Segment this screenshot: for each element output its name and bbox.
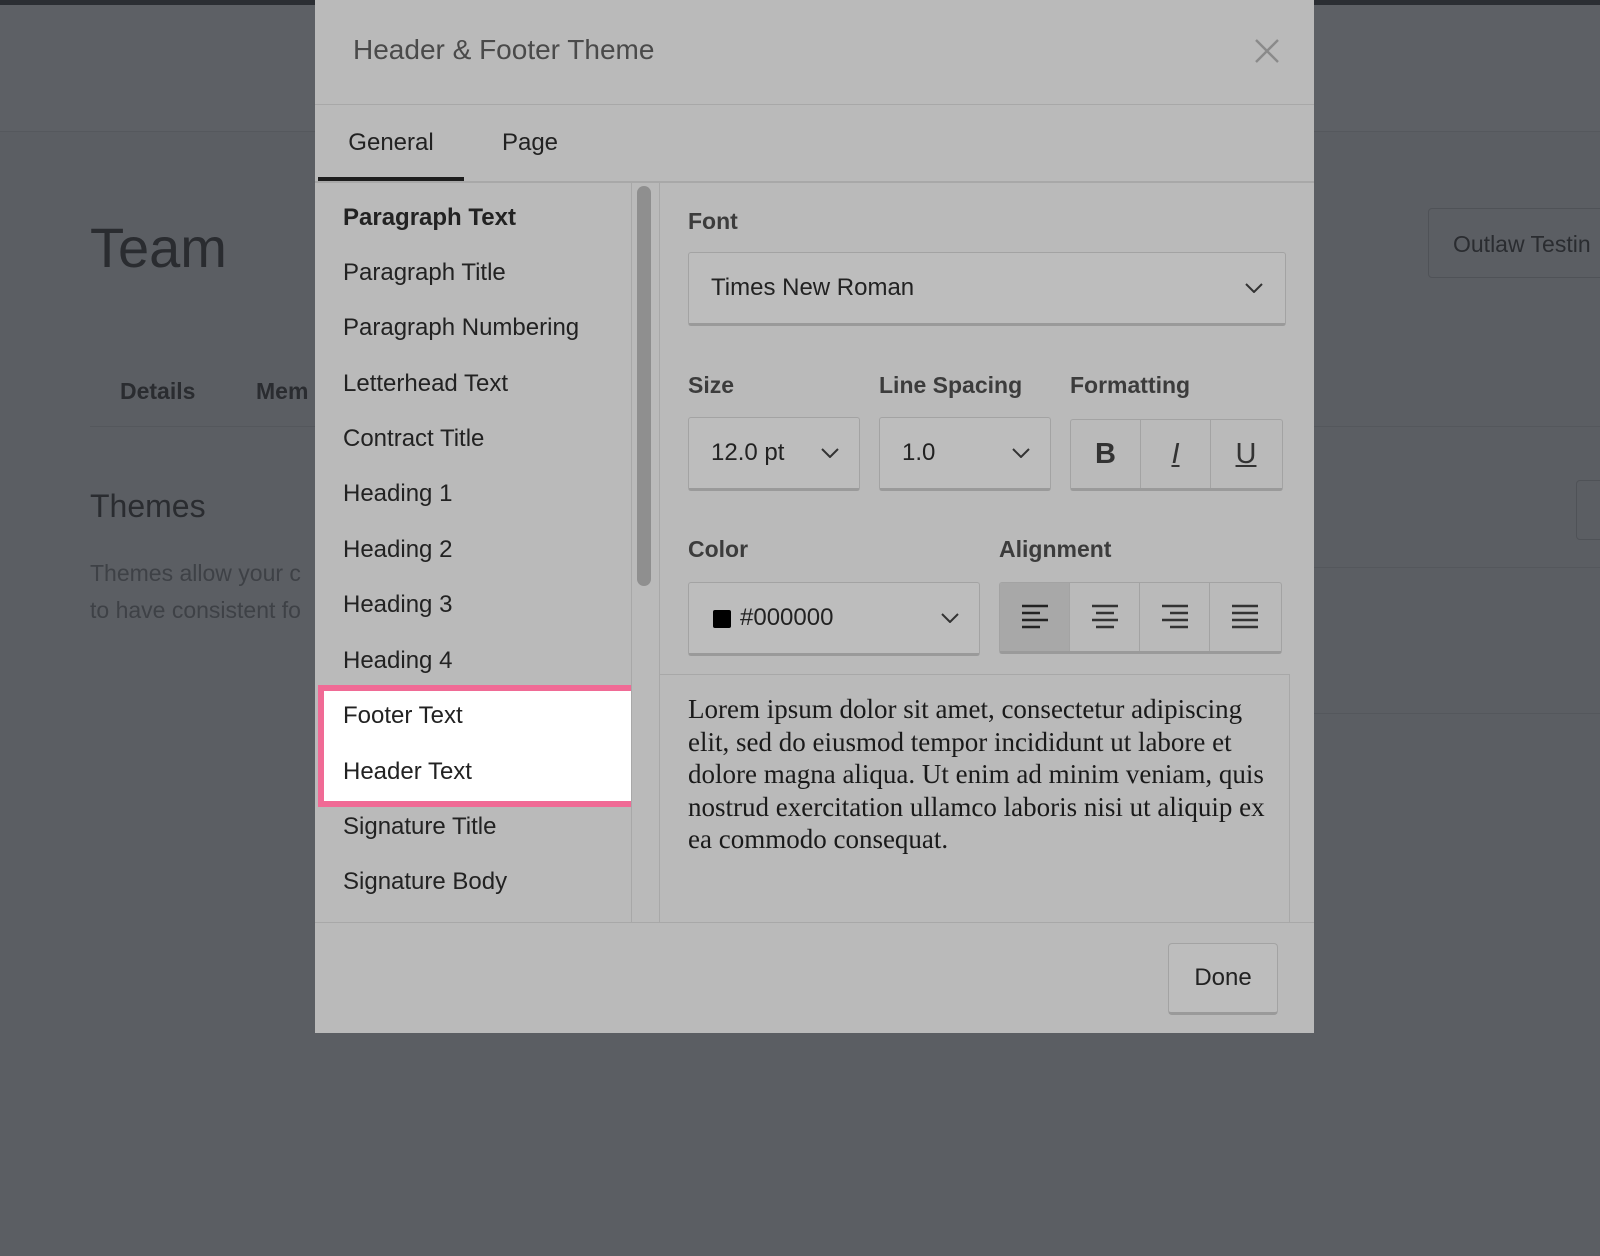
underline-icon: U xyxy=(1235,437,1257,470)
tab-members[interactable]: Mem xyxy=(256,378,308,405)
chevron-down-icon xyxy=(1012,448,1030,458)
line-spacing-select[interactable]: 1.0 xyxy=(879,417,1051,491)
style-item-footer-text[interactable]: Footer Text xyxy=(343,702,463,730)
size-value: 12.0 pt xyxy=(711,439,785,466)
style-item-heading-2[interactable]: Heading 2 xyxy=(343,536,452,564)
bold-button[interactable]: B xyxy=(1071,420,1141,488)
style-item-letterhead-text[interactable]: Letterhead Text xyxy=(343,370,508,398)
dialog-tabs: General Page xyxy=(315,105,1314,183)
align-center-button[interactable] xyxy=(1070,583,1140,651)
style-item-paragraph-text[interactable]: Paragraph Text xyxy=(343,204,516,232)
line-spacing-value: 1.0 xyxy=(902,439,936,466)
alignment-label: Alignment xyxy=(999,536,1112,562)
formatting-group: B I U xyxy=(1070,419,1283,491)
style-item-signature-body[interactable]: Signature Body xyxy=(343,868,507,896)
font-select[interactable]: Times New Roman xyxy=(688,252,1286,326)
align-justify-icon xyxy=(1232,604,1258,629)
italic-icon: I xyxy=(1171,437,1180,470)
size-label: Size xyxy=(688,372,735,398)
bold-icon: B xyxy=(1095,437,1116,470)
style-item-signature-title[interactable]: Signature Title xyxy=(343,813,496,841)
color-select[interactable]: #000000 xyxy=(688,582,980,656)
divider xyxy=(1310,567,1600,568)
style-item-paragraph-title[interactable]: Paragraph Title xyxy=(343,259,506,287)
align-left-icon xyxy=(1021,604,1048,629)
style-item-header-text[interactable]: Header Text xyxy=(343,758,472,786)
style-item-heading-3[interactable]: Heading 3 xyxy=(343,591,452,619)
scrollbar-thumb[interactable] xyxy=(637,186,651,586)
style-item-paragraph-numbering[interactable]: Paragraph Numbering xyxy=(343,314,579,342)
close-icon[interactable] xyxy=(1250,34,1284,68)
page-title: Team xyxy=(90,216,227,279)
style-item-contract-title[interactable]: Contract Title xyxy=(343,425,484,453)
description-line: to have consistent fo xyxy=(90,597,301,623)
dialog-title: Header & Footer Theme xyxy=(353,34,655,65)
line-spacing-label: Line Spacing xyxy=(879,372,1023,398)
italic-button[interactable]: I xyxy=(1141,420,1211,488)
preview-panel: Lorem ipsum dolor sit amet, consectetur … xyxy=(660,674,1290,922)
font-label: Font xyxy=(688,208,738,234)
divider xyxy=(1310,713,1600,714)
theme-dialog: Header & Footer Theme General Page Parag… xyxy=(315,0,1314,1033)
section-description: Themes allow your c to have consistent f… xyxy=(90,555,320,629)
section-title: Themes xyxy=(90,488,206,524)
color-value: #000000 xyxy=(740,604,834,631)
formatting-label: Formatting xyxy=(1070,372,1191,398)
dialog-footer: Done xyxy=(315,922,1314,1034)
style-item-heading-4[interactable]: Heading 4 xyxy=(343,647,452,675)
chevron-down-icon xyxy=(941,613,959,623)
align-right-icon xyxy=(1161,604,1188,629)
style-settings-form: Font Times New Roman Size 12.0 pt Line S… xyxy=(660,182,1314,922)
chevron-down-icon xyxy=(1245,283,1263,293)
size-select[interactable]: 12.0 pt xyxy=(688,417,860,491)
align-center-icon xyxy=(1091,604,1118,629)
underline-button[interactable]: U xyxy=(1211,420,1281,488)
tab-details[interactable]: Details xyxy=(120,378,195,405)
align-justify-button[interactable] xyxy=(1210,583,1280,651)
description-line: Themes allow your c xyxy=(90,560,301,586)
align-right-button[interactable] xyxy=(1140,583,1210,651)
style-list: Paragraph Text Paragraph Title Paragraph… xyxy=(315,182,632,922)
preview-text: Lorem ipsum dolor sit amet, consectetur … xyxy=(688,694,1265,854)
alignment-group xyxy=(999,582,1282,654)
done-button[interactable]: Done xyxy=(1168,943,1278,1015)
chevron-down-icon xyxy=(821,448,839,458)
dialog-header: Header & Footer Theme xyxy=(315,0,1314,105)
color-label: Color xyxy=(688,536,749,562)
color-swatch xyxy=(713,610,731,628)
align-left-button[interactable] xyxy=(1000,583,1070,651)
style-item-heading-1[interactable]: Heading 1 xyxy=(343,480,452,508)
background-action-button[interactable] xyxy=(1576,480,1600,540)
team-select-button[interactable]: Outlaw Testin xyxy=(1428,208,1600,278)
tab-page[interactable]: Page xyxy=(475,105,585,181)
font-value: Times New Roman xyxy=(711,274,915,301)
tab-general[interactable]: General xyxy=(318,105,464,181)
